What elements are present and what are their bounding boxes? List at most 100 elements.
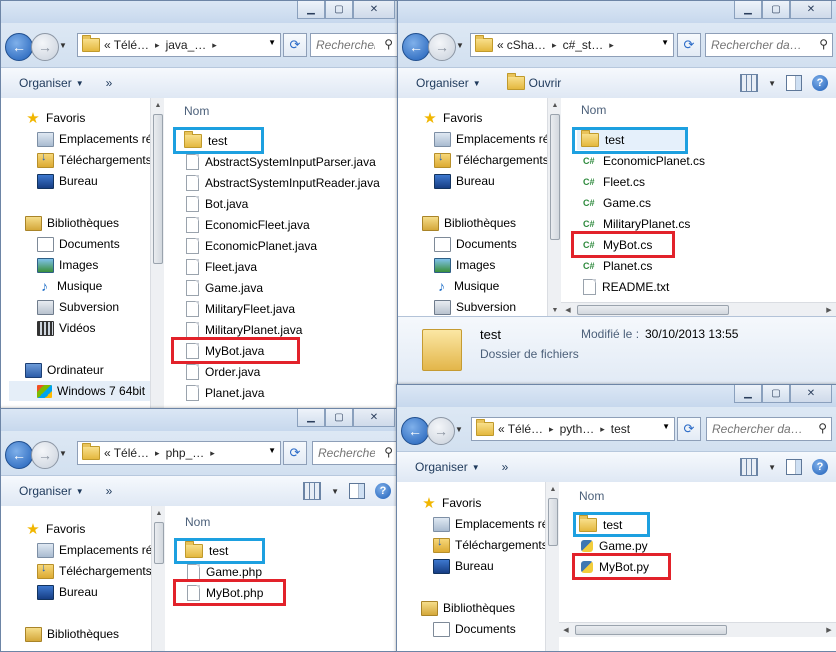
nav-recent-places[interactable]: Emplacements ré [433, 514, 548, 534]
scrollbar-thumb[interactable] [577, 305, 729, 315]
preview-pane-icon[interactable] [786, 75, 802, 91]
refresh-button[interactable]: ⟳ [677, 33, 701, 57]
file-item[interactable]: EconomicFleet.java [186, 215, 310, 235]
organize-button[interactable]: Organiser ▼ [19, 484, 84, 498]
nav-drive[interactable]: Windows 7 64bit [9, 381, 151, 401]
file-item[interactable]: Order.java [186, 362, 260, 382]
title-bar[interactable]: ▁ ▢ ✕ [397, 385, 836, 407]
preview-pane-icon[interactable] [786, 459, 802, 475]
chevron-right-icon[interactable]: ▸ [155, 40, 160, 51]
chevron-down-icon[interactable]: ▼ [662, 422, 670, 431]
recent-pages-dropdown[interactable]: ▼ [456, 41, 464, 50]
breadcrumb-java[interactable]: java_… [166, 38, 207, 52]
nav-scrollbar[interactable]: ▲ [545, 482, 560, 651]
nav-favorites[interactable]: ★ Favoris [25, 519, 85, 539]
title-bar[interactable]: ▁ ▢ ✕ [1, 409, 399, 431]
scroll-left-arrow[interactable]: ◀ [559, 623, 573, 637]
nav-desktop[interactable]: Bureau [434, 171, 495, 191]
file-item[interactable]: AbstractSystemInputParser.java [186, 152, 376, 172]
file-item[interactable]: README.txt [583, 277, 669, 297]
forward-button[interactable]: → [31, 33, 59, 61]
help-icon[interactable]: ? [375, 483, 391, 499]
breadcrumb-downloads[interactable]: Télé… [114, 38, 149, 52]
search-box[interactable]: ⚲ [310, 33, 398, 57]
chevron-right-icon[interactable]: ▸ [212, 40, 217, 51]
organize-button[interactable]: Organiser ▼ [416, 76, 481, 90]
chevron-down-icon[interactable]: ▼ [661, 38, 669, 47]
search-input[interactable] [706, 38, 832, 52]
scroll-up-arrow[interactable]: ▲ [548, 98, 562, 112]
address-bar[interactable]: « Télé… ▸ php_… ▸ ▼ [77, 441, 281, 465]
breadcrumb-test[interactable]: test [611, 422, 630, 436]
preview-pane-icon[interactable] [349, 483, 365, 499]
search-box[interactable]: ⚲ [706, 417, 832, 441]
scroll-up-arrow[interactable]: ▲ [546, 482, 560, 496]
scroll-up-arrow[interactable]: ▲ [152, 506, 166, 520]
nav-scrollbar[interactable]: ▲ [151, 506, 166, 651]
breadcrumb-csharp-root[interactable]: cSha… [507, 38, 546, 52]
maximize-button[interactable]: ▢ [325, 409, 353, 427]
refresh-button[interactable]: ⟳ [283, 441, 307, 465]
view-options-icon[interactable] [740, 458, 759, 476]
back-button[interactable]: ← [5, 441, 33, 469]
scroll-right-arrow[interactable]: ▶ [822, 623, 836, 637]
breadcrumb-downloads[interactable]: Télé… [508, 422, 543, 436]
nav-documents[interactable]: Documents [434, 234, 517, 254]
nav-recent-places[interactable]: Emplacements ré [434, 129, 549, 149]
close-button[interactable]: ✕ [790, 1, 832, 19]
nav-downloads[interactable]: Téléchargements [434, 150, 549, 170]
column-header-name[interactable]: Nom [184, 104, 209, 118]
breadcrumb-php[interactable]: php_… [166, 446, 205, 460]
minimize-button[interactable]: ▁ [297, 409, 325, 427]
nav-desktop[interactable]: Bureau [37, 582, 98, 602]
nav-libraries[interactable]: Bibliothèques [25, 213, 119, 233]
close-button[interactable]: ✕ [353, 1, 395, 19]
scroll-right-arrow[interactable]: ▶ [822, 303, 836, 317]
nav-documents[interactable]: Documents [37, 234, 120, 254]
help-icon[interactable]: ? [812, 75, 828, 91]
file-item[interactable]: Game.java [186, 278, 263, 298]
chevron-down-icon[interactable]: ▼ [331, 487, 339, 496]
scrollbar-thumb[interactable] [550, 114, 560, 240]
column-header-name[interactable]: Nom [581, 103, 606, 117]
view-options-icon[interactable] [740, 74, 759, 92]
file-item[interactable]: Fleet.java [186, 257, 257, 277]
address-overflow[interactable]: « [497, 38, 504, 52]
file-item[interactable]: C# Fleet.cs [583, 172, 645, 192]
recent-pages-dropdown[interactable]: ▼ [59, 449, 67, 458]
scrollbar-thumb[interactable] [153, 114, 163, 264]
nav-downloads[interactable]: Téléchargements [37, 150, 152, 170]
nav-libraries[interactable]: Bibliothèques [25, 624, 119, 644]
nav-music[interactable]: ♪ Musique [434, 276, 499, 296]
recent-pages-dropdown[interactable]: ▼ [59, 41, 67, 50]
file-item[interactable]: AbstractSystemInputReader.java [186, 173, 380, 193]
minimize-button[interactable]: ▁ [734, 385, 762, 403]
scrollbar-thumb[interactable] [575, 625, 727, 635]
forward-button[interactable]: → [427, 417, 455, 445]
chevron-right-icon[interactable]: ▸ [155, 448, 160, 459]
file-item[interactable]: Bot.java [186, 194, 248, 214]
chevron-right-icon[interactable]: ▸ [210, 448, 215, 459]
refresh-button[interactable]: ⟳ [677, 417, 701, 441]
chevron-right-icon[interactable]: ▸ [600, 424, 605, 435]
column-header-name[interactable]: Nom [579, 489, 604, 503]
address-bar[interactable]: « cSha… ▸ c#_st… ▸ ▼ [470, 33, 674, 57]
title-bar[interactable]: ▁ ▢ ✕ [398, 1, 836, 23]
more-commands-button[interactable]: » [106, 484, 113, 498]
breadcrumb-python[interactable]: pyth… [560, 422, 595, 436]
back-button[interactable]: ← [401, 417, 429, 445]
nav-scrollbar[interactable]: ▲ [150, 98, 165, 409]
search-input[interactable] [707, 422, 831, 436]
nav-images[interactable]: Images [434, 255, 495, 275]
maximize-button[interactable]: ▢ [762, 1, 790, 19]
nav-favorites[interactable]: ★ Favoris [25, 108, 85, 128]
scroll-down-arrow[interactable]: ▼ [548, 303, 562, 317]
nav-downloads[interactable]: Téléchargements [37, 561, 152, 581]
nav-documents[interactable]: Documents [433, 619, 516, 639]
address-overflow[interactable]: « [104, 446, 111, 460]
title-bar[interactable]: ▁ ▢ ✕ [1, 1, 399, 23]
chevron-down-icon[interactable]: ▼ [768, 463, 776, 472]
chevron-right-icon[interactable]: ▸ [549, 424, 554, 435]
forward-button[interactable]: → [428, 33, 456, 61]
chevron-right-icon[interactable]: ▸ [552, 40, 557, 51]
